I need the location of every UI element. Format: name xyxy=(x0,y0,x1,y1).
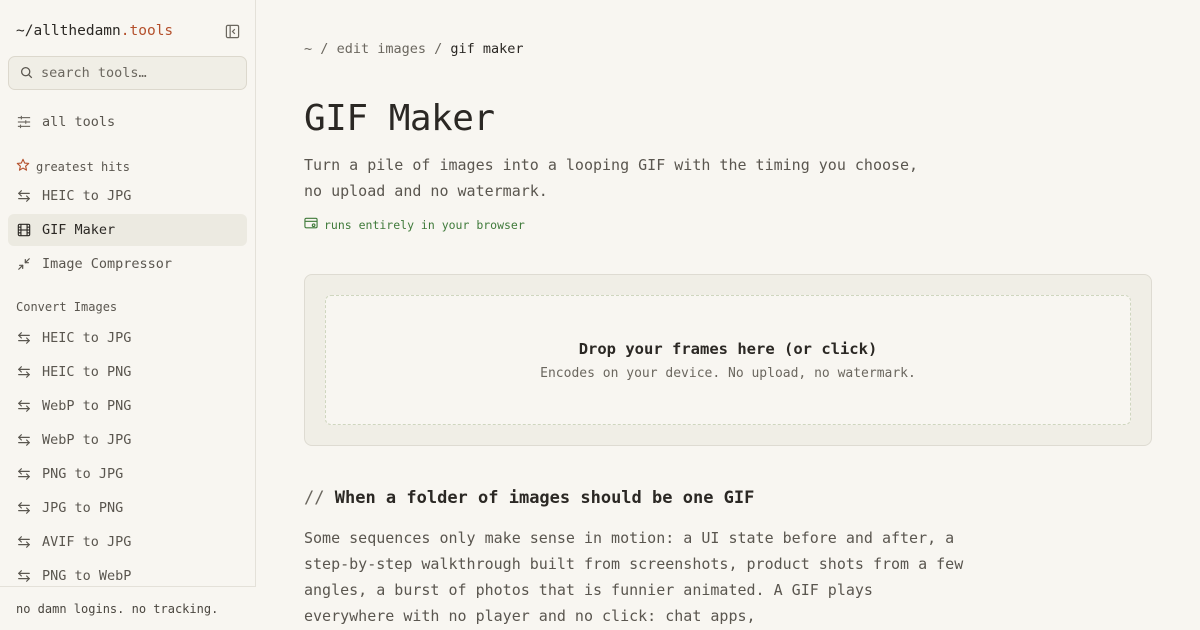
section-label-text: Convert Images xyxy=(16,300,118,314)
search-icon xyxy=(20,64,33,83)
sidebar-item-label: PNG to WebP xyxy=(42,568,132,584)
sidebar-item-label: WebP to JPG xyxy=(42,432,132,448)
sidebar-item-label: AVIF to JPG xyxy=(42,534,132,550)
browser-only-badge: runs entirely in your browser xyxy=(304,217,525,233)
sidebar-item-label: all tools xyxy=(42,114,116,130)
arrows-swap-icon xyxy=(16,398,32,414)
star-icon xyxy=(16,158,30,175)
sidebar-item-png-to-jpg[interactable]: PNG to JPG xyxy=(8,458,247,490)
sidebar-item-avif-to-jpg[interactable]: AVIF to JPG xyxy=(8,526,247,558)
sidebar-item-label: WebP to PNG xyxy=(42,398,132,414)
sidebar-item-jpg-to-png[interactable]: JPG to PNG xyxy=(8,492,247,524)
sidebar-item-label: HEIC to PNG xyxy=(42,364,132,380)
breadcrumb-separator: / xyxy=(434,41,443,57)
sidebar-item-heic-to-jpg-hit[interactable]: HEIC to JPG xyxy=(8,180,247,212)
arrows-swap-icon xyxy=(16,188,32,204)
arrows-swap-icon xyxy=(16,330,32,346)
arrows-swap-icon xyxy=(16,432,32,448)
page-title: GIF Maker xyxy=(304,98,495,139)
heading-prefix: // xyxy=(304,488,325,508)
site-logo[interactable]: ~/allthedamn.tools xyxy=(16,23,173,39)
section-label-text: greatest hits xyxy=(36,159,130,174)
sidebar-item-label: GIF Maker xyxy=(42,222,116,238)
section-body: Some sequences only make sense in motion… xyxy=(304,529,964,625)
arrows-swap-icon xyxy=(16,500,32,516)
sidebar-item-all-tools[interactable]: all tools xyxy=(8,106,247,138)
sidebar-item-label: JPG to PNG xyxy=(42,500,124,516)
breadcrumb-home[interactable]: ~ xyxy=(304,41,312,57)
arrows-swap-icon xyxy=(16,534,32,550)
search-box[interactable] xyxy=(8,56,247,90)
sidebar-item-label: PNG to JPG xyxy=(42,466,124,482)
sidebar-item-label: Image Compressor xyxy=(42,256,173,272)
sidebar-item-label: HEIC to JPG xyxy=(42,188,132,204)
section-greatest-hits: greatest hits xyxy=(16,158,130,175)
badge-text: runs entirely in your browser xyxy=(324,218,525,232)
arrows-swap-icon xyxy=(16,568,32,584)
compress-icon xyxy=(16,256,32,272)
brand-name: allthedamn xyxy=(33,23,121,39)
breadcrumb: ~ / edit images / gif maker xyxy=(304,41,524,57)
sidebar-item-webp-to-png[interactable]: WebP to PNG xyxy=(8,390,247,422)
arrows-swap-icon xyxy=(16,466,32,482)
sidebar-item-label: HEIC to JPG xyxy=(42,330,132,346)
collapse-sidebar-icon[interactable] xyxy=(224,23,240,39)
file-dropzone[interactable]: Drop your frames here (or click) Encodes… xyxy=(325,295,1131,425)
upload-panel: Drop your frames here (or click) Encodes… xyxy=(304,274,1152,446)
sidebar-item-heic-to-png[interactable]: HEIC to PNG xyxy=(8,356,247,388)
breadcrumb-separator: / xyxy=(320,41,329,57)
breadcrumb-current: gif maker xyxy=(450,41,524,57)
page-description: Turn a pile of images into a looping GIF… xyxy=(304,156,919,200)
arrows-swap-icon xyxy=(16,364,32,380)
film-icon xyxy=(16,222,32,238)
brand-suffix: .tools xyxy=(120,23,174,39)
browser-window-icon xyxy=(304,217,318,233)
sidebar-item-heic-to-jpg[interactable]: HEIC to JPG xyxy=(8,322,247,354)
sidebar-item-webp-to-jpg[interactable]: WebP to JPG xyxy=(8,424,247,456)
search-input[interactable] xyxy=(41,65,231,81)
sidebar-item-image-compressor[interactable]: Image Compressor xyxy=(8,248,247,280)
sidebar-item-gif-maker[interactable]: GIF Maker xyxy=(8,214,247,246)
brand-row: ~/allthedamn.tools xyxy=(16,20,240,42)
sidebar: ~/allthedamn.tools all tools xyxy=(0,0,256,630)
dropzone-subtitle: Encodes on your device. No upload, no wa… xyxy=(540,365,916,381)
breadcrumb-edit-images[interactable]: edit images xyxy=(337,41,426,57)
section-convert-images: Convert Images xyxy=(16,300,117,314)
sidebar-footer: no damn logins. no tracking. xyxy=(0,586,256,630)
section-heading: // When a folder of images should be one… xyxy=(304,488,754,508)
dropzone-title: Drop your frames here (or click) xyxy=(578,339,878,358)
brand-prefix: ~/ xyxy=(16,23,34,39)
sliders-icon xyxy=(16,114,32,130)
heading-text: When a folder of images should be one GI… xyxy=(334,488,755,508)
footer-text: no damn logins. no tracking. xyxy=(16,601,219,616)
